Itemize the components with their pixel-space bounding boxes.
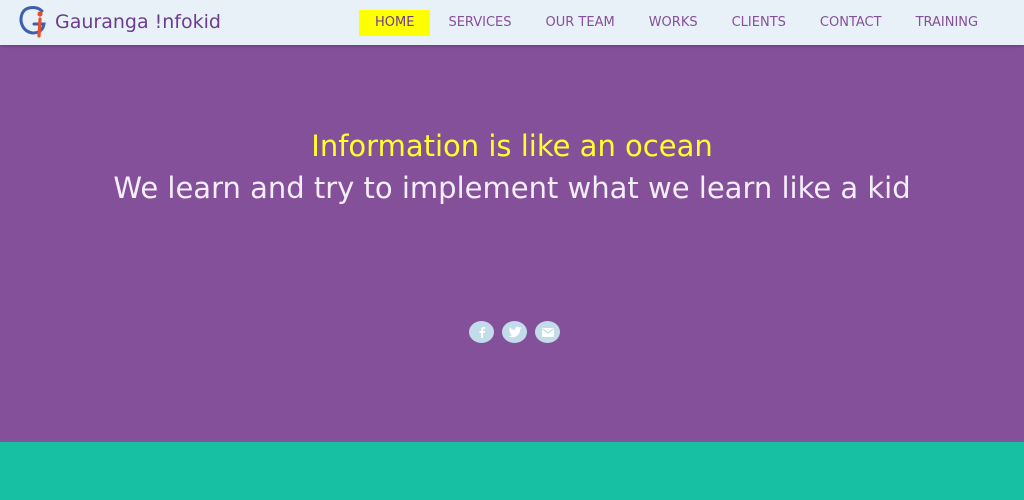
nav-item-home[interactable]: HOME: [359, 10, 431, 36]
gi-monogram-icon: [19, 6, 46, 38]
main-nav: HOME SERVICES OUR TEAM WORKS CLIENTS CON…: [359, 10, 996, 36]
nav-item-services[interactable]: SERVICES: [432, 10, 527, 36]
nav-item-contact[interactable]: CONTACT: [804, 10, 898, 36]
brand-link[interactable]: Gauranga !nfokid: [18, 5, 221, 39]
mail-button[interactable]: [535, 321, 560, 343]
top-navbar: Gauranga !nfokid HOME SERVICES OUR TEAM …: [0, 0, 1024, 45]
social-links: [469, 321, 568, 343]
twitter-button[interactable]: [502, 321, 527, 343]
facebook-button[interactable]: [469, 321, 494, 343]
facebook-icon: [479, 327, 485, 338]
nav-item-our-team[interactable]: OUR TEAM: [530, 10, 631, 36]
nav-item-clients[interactable]: CLIENTS: [716, 10, 802, 36]
nav-item-works[interactable]: WORKS: [633, 10, 714, 36]
hero-headline: We learn and try to implement what we le…: [113, 171, 911, 205]
next-section-band: [0, 442, 1024, 500]
twitter-icon: [508, 326, 521, 338]
brand-name: Gauranga !nfokid: [55, 11, 221, 33]
hero-tagline: Information is like an ocean: [311, 129, 713, 163]
hero-section: Information is like an ocean We learn an…: [0, 45, 1024, 442]
mail-icon: [541, 327, 554, 337]
nav-item-training[interactable]: TRAINING: [900, 10, 995, 36]
